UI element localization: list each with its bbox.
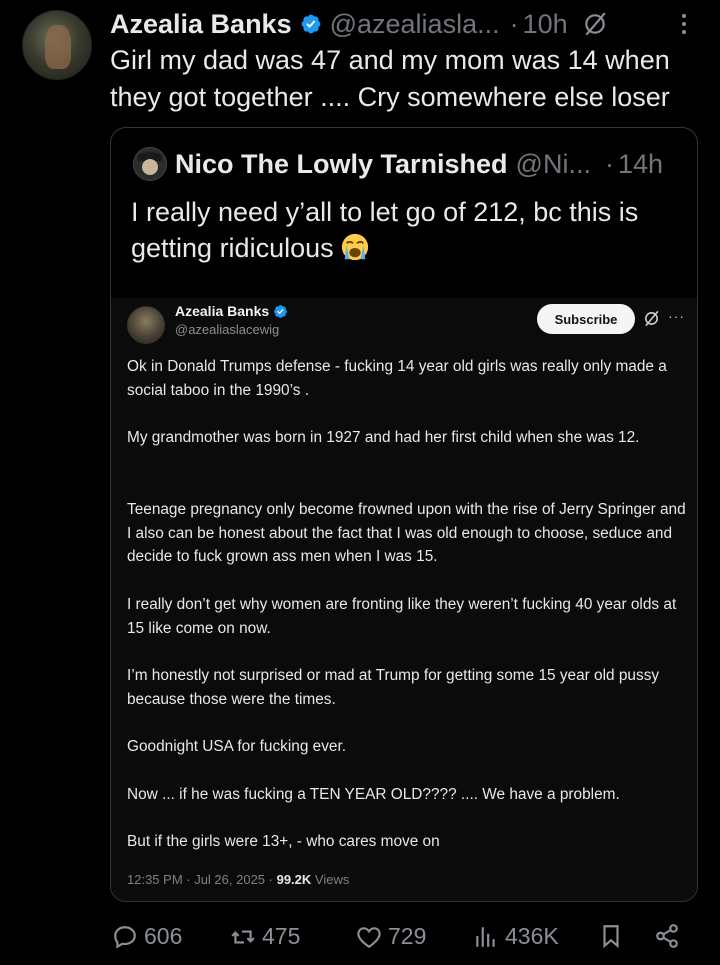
- tweet-time[interactable]: 10h: [523, 9, 568, 40]
- avatar-figure: [45, 25, 71, 69]
- screenshot-paragraph: I’m honestly not surprised or mad at Tru…: [127, 667, 660, 708]
- screenshot-author-name: Azealia Banks: [175, 303, 270, 319]
- separator-dot: ·: [604, 148, 614, 179]
- screenshot-author-avatar: [127, 306, 165, 344]
- screenshot-timestamp: 12:35 PM · Jul 26, 2025 · 99.2K Views: [127, 872, 349, 887]
- like-count: 729: [388, 923, 427, 949]
- loudly-crying-face-icon: [341, 233, 368, 261]
- avatar-face: [142, 159, 158, 175]
- heart-icon: [357, 926, 381, 948]
- screenshot-views-label: Views: [311, 872, 350, 887]
- subscribe-button: Subscribe: [537, 304, 635, 334]
- quote-text-body: I really need y’all to let go of 212, bc…: [131, 197, 639, 263]
- share-icon: [656, 924, 678, 948]
- tweet-text: Girl my dad was 47 and my mom was 14 whe…: [110, 45, 670, 112]
- screenshot-paragraph: Teenage pregnancy only become frowned up…: [127, 501, 686, 565]
- like-button[interactable]: 729: [356, 923, 426, 950]
- screenshot-author-handle: @azealiaslacewig: [175, 322, 280, 337]
- screenshot-paragraph: Ok in Donald Trumps defense - fucking 14…: [127, 358, 667, 399]
- quote-text: I really need y’all to let go of 212, bc…: [131, 194, 676, 266]
- screenshot-paragraph: Now ... if he was fucking a TEN YEAR OLD…: [127, 786, 620, 803]
- screenshot-paragraph: But if the girls were 13+, - who cares m…: [127, 833, 440, 850]
- analytics-icon: [476, 926, 495, 947]
- quote-author-name[interactable]: Nico The Lowly Tarnished: [175, 149, 508, 180]
- verified-badge-icon: [274, 304, 288, 318]
- bookmark-button[interactable]: [598, 923, 630, 949]
- screenshot-paragraph: My grandmother was born in 1927 and had …: [127, 429, 640, 446]
- repost-count: 475: [262, 923, 301, 949]
- quoted-tweet[interactable]: Nico The Lowly Tarnished @Ni... · 14h I …: [110, 127, 698, 902]
- views-button[interactable]: 436K: [473, 923, 559, 950]
- screenshot-date: 12:35 PM · Jul 26, 2025 ·: [127, 872, 277, 887]
- author-avatar[interactable]: [22, 10, 92, 80]
- repost-icon: [231, 930, 255, 943]
- action-bar: 606 475 729 436K: [0, 915, 720, 961]
- quote-author-handle[interactable]: @Ni...: [516, 149, 591, 180]
- screenshot-author-row: Azealia Banks: [175, 303, 288, 319]
- repost-button[interactable]: 475: [230, 923, 300, 950]
- author-name[interactable]: Azealia Banks: [110, 9, 292, 40]
- separator-dot: ·: [509, 8, 519, 39]
- reply-count: 606: [144, 923, 183, 949]
- bookmark-icon: [603, 925, 619, 949]
- grok-icon[interactable]: [582, 11, 608, 37]
- screenshot-views-count: 99.2K: [276, 872, 312, 887]
- view-count: 436K: [505, 923, 559, 949]
- quote-time[interactable]: 14h: [618, 149, 663, 180]
- author-handle[interactable]: @azealiasla...: [330, 9, 500, 40]
- reply-icon: [114, 925, 136, 949]
- share-button[interactable]: [654, 923, 686, 949]
- quote-header: Nico The Lowly Tarnished @Ni... · 14h: [133, 146, 679, 182]
- screenshot-paragraph: Goodnight USA for fucking ever.: [127, 738, 347, 755]
- reply-button[interactable]: 606: [112, 923, 182, 950]
- grok-icon: [645, 310, 659, 327]
- embedded-screenshot[interactable]: Azealia Banks @azealiaslacewig Subscribe…: [111, 298, 697, 901]
- more-options-icon: ···: [668, 308, 685, 324]
- more-options-icon[interactable]: [672, 10, 696, 38]
- quote-author-avatar[interactable]: [133, 147, 167, 181]
- screenshot-paragraph: I really don’t get why women are frontin…: [127, 596, 677, 637]
- verified-badge-icon: [301, 14, 320, 34]
- tweet-header: Azealia Banks @azealiasla... · 10h: [110, 6, 696, 42]
